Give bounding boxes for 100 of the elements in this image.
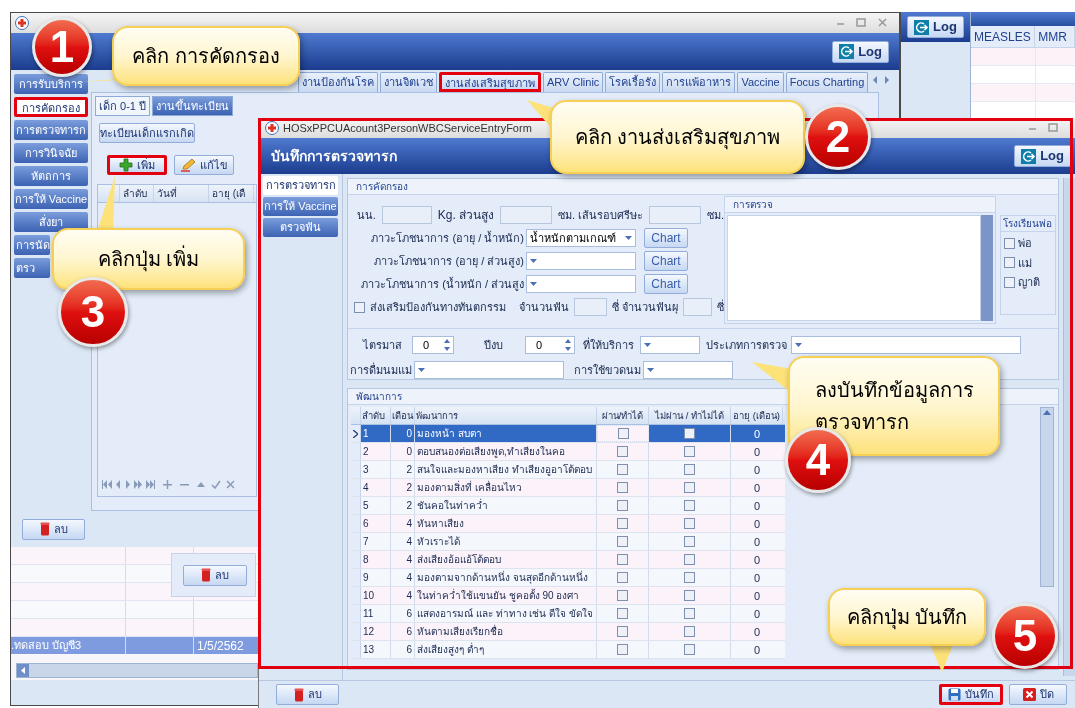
tab[interactable]: งานส่งเสริมสุขภาพ bbox=[439, 72, 541, 92]
delete-button[interactable]: ลบ bbox=[276, 684, 339, 705]
column-header[interactable]: พัฒนาการ bbox=[415, 407, 597, 424]
dropdown[interactable]: น้ำหนักตามเกณฑ์ bbox=[526, 229, 636, 247]
sidebar-item[interactable]: การตรวจทารก bbox=[14, 120, 88, 140]
sidebar-item[interactable]: สั่งยา bbox=[14, 212, 88, 232]
sidebar-item[interactable]: ตรว bbox=[14, 258, 50, 278]
checkbox[interactable] bbox=[684, 626, 695, 637]
tab[interactable]: ARV Clinic bbox=[543, 72, 604, 92]
table-row[interactable]: 11 6 แสดงอารมณ์ และ ท่าทาง เช่น ดีใจ ขัดใจ 0 bbox=[351, 605, 785, 623]
checkbox[interactable] bbox=[684, 536, 695, 547]
checkbox[interactable] bbox=[684, 464, 695, 475]
spin-box[interactable]: 0 bbox=[412, 336, 454, 354]
checkbox[interactable] bbox=[617, 536, 628, 547]
checkbox[interactable] bbox=[617, 464, 628, 475]
text-area[interactable] bbox=[727, 215, 981, 321]
checkbox[interactable] bbox=[617, 428, 629, 439]
tab[interactable]: การแพ้อาหาร bbox=[662, 72, 736, 92]
table-row[interactable]: 2 0 ตอบสนองต่อเสียงพูด,ทำเสียงในคอ 0 bbox=[351, 443, 785, 461]
table-row[interactable]: 5 2 ชันคอในท่าคว่ำ 0 bbox=[351, 497, 785, 515]
sidebar-item[interactable]: การคัดกรอง bbox=[14, 97, 88, 117]
table-row[interactable]: 9 4 มองตามจากด้านหนึ่ง จนสุดอีกด้านหนึ่ง 0 bbox=[351, 569, 785, 587]
side-tab[interactable]: ตรวจฟัน bbox=[263, 218, 338, 237]
log-button[interactable]: Log bbox=[907, 16, 964, 38]
checkbox[interactable] bbox=[354, 301, 365, 313]
save-button[interactable]: บันทึก bbox=[939, 684, 1003, 705]
table-row[interactable]: 3 2 สนใจและมองหาเสียง ทำเสียงอูอาโต้ตอบ 0 bbox=[351, 461, 785, 479]
edit-button[interactable]: แก้ไข bbox=[174, 155, 234, 175]
add-button[interactable]: เพิ่ม bbox=[107, 155, 167, 175]
checkbox[interactable] bbox=[684, 518, 695, 529]
column-header[interactable]: เดือน bbox=[391, 407, 415, 424]
dropdown[interactable] bbox=[791, 336, 1021, 354]
checkbox[interactable] bbox=[617, 626, 628, 637]
log-button[interactable]: Log bbox=[832, 40, 889, 63]
tab[interactable]: งานป้องกันโรค bbox=[298, 72, 378, 92]
focused-cell[interactable] bbox=[597, 425, 649, 442]
column-header[interactable]: วันที่ bbox=[154, 185, 209, 202]
dropdown[interactable] bbox=[526, 275, 636, 293]
chart-button[interactable]: Chart bbox=[644, 251, 688, 271]
tab[interactable]: โรคเรื้อรัง bbox=[605, 72, 661, 92]
sidebar-item[interactable]: การนัด bbox=[14, 235, 50, 255]
side-tab[interactable]: การตรวจทารก bbox=[263, 176, 338, 195]
input-field[interactable] bbox=[500, 206, 552, 224]
checkbox[interactable] bbox=[684, 446, 695, 457]
dropdown[interactable] bbox=[526, 252, 636, 270]
column-header[interactable]: ผ่าน/ทำได้ bbox=[597, 407, 649, 424]
delete-button[interactable]: ลบ bbox=[183, 564, 247, 586]
tab[interactable]: งานจิตเวช bbox=[380, 72, 437, 92]
checkbox[interactable] bbox=[684, 572, 695, 583]
checkbox[interactable] bbox=[684, 482, 695, 493]
table-row[interactable]: 13 6 ส่งเสียงสูงๆ ต่ำๆ 0 bbox=[351, 641, 785, 659]
checkbox[interactable] bbox=[617, 500, 628, 511]
tab[interactable]: Vaccine bbox=[737, 72, 784, 92]
checkbox[interactable] bbox=[617, 554, 628, 565]
input-field[interactable] bbox=[381, 206, 432, 224]
table-row[interactable]: 10 4 ในท่าคว่ำใช้แขนยัน ชูคอตั้ง 90 องศา 0 bbox=[351, 587, 785, 605]
register-button[interactable]: ทะเบียนเด็กแรกเกิด bbox=[99, 123, 195, 143]
checkbox[interactable] bbox=[617, 590, 628, 601]
checkbox[interactable] bbox=[684, 644, 695, 655]
close-button[interactable]: ปิด bbox=[1009, 684, 1067, 705]
checkbox[interactable] bbox=[684, 500, 695, 511]
log-button[interactable]: Log bbox=[1014, 145, 1071, 167]
delete-button[interactable]: ลบ bbox=[22, 518, 85, 540]
input-field[interactable] bbox=[574, 298, 607, 316]
spin-box[interactable]: 0 bbox=[525, 336, 575, 354]
table-row[interactable]: 7 4 หัวเราะได้ 0 bbox=[351, 533, 785, 551]
checkbox[interactable] bbox=[617, 446, 628, 457]
checkbox[interactable] bbox=[684, 608, 695, 619]
checkbox[interactable] bbox=[617, 482, 628, 493]
input-field[interactable] bbox=[682, 298, 712, 316]
subtab[interactable]: งานขึ้นทะเบียน bbox=[152, 96, 233, 116]
table-row[interactable]: 4 2 มองตามสิ่งที่ เคลื่อนไหว 0 bbox=[351, 479, 785, 497]
table-row[interactable]: 12 6 หันตามเสียงเรียกชื่อ 0 bbox=[351, 623, 785, 641]
checkbox[interactable] bbox=[684, 590, 695, 601]
column-header[interactable]: อายุ (เดื bbox=[209, 185, 254, 202]
dropdown[interactable] bbox=[640, 336, 700, 354]
sidebar-item[interactable]: การรับบริการ bbox=[14, 74, 88, 94]
checkbox[interactable] bbox=[1004, 237, 1015, 249]
dropdown[interactable] bbox=[643, 361, 733, 379]
dropdown[interactable] bbox=[414, 361, 564, 379]
checkbox[interactable] bbox=[617, 608, 628, 619]
checkbox[interactable] bbox=[1004, 276, 1015, 288]
column-header[interactable]: ไม่ผ่าน / ทำไม่ได้ bbox=[649, 407, 731, 424]
horizontal-scrollbar[interactable] bbox=[16, 663, 258, 678]
column-header[interactable]: MEASLES bbox=[971, 26, 1036, 47]
column-header[interactable]: อายุ (เดือน) bbox=[731, 407, 783, 424]
column-header[interactable]: MMR bbox=[1035, 26, 1075, 47]
checkbox[interactable] bbox=[684, 554, 695, 565]
chart-button[interactable]: Chart bbox=[644, 274, 688, 294]
sidebar-item[interactable]: การวินิจฉัย bbox=[14, 143, 88, 163]
checkbox[interactable] bbox=[617, 518, 628, 529]
checkbox[interactable] bbox=[617, 572, 628, 583]
table-row[interactable]: 1 0 มองหน้า สบตา 0 bbox=[351, 425, 785, 443]
column-header[interactable]: ลำดับ bbox=[361, 407, 391, 424]
table-row[interactable]: 6 4 หันหาเสียง 0 bbox=[351, 515, 785, 533]
chart-button[interactable]: Chart bbox=[644, 228, 688, 248]
checkbox[interactable] bbox=[1004, 257, 1015, 269]
sidebar-item[interactable]: การให้ Vaccine bbox=[14, 189, 88, 209]
checkbox[interactable] bbox=[617, 644, 628, 655]
input-field[interactable] bbox=[649, 206, 701, 224]
